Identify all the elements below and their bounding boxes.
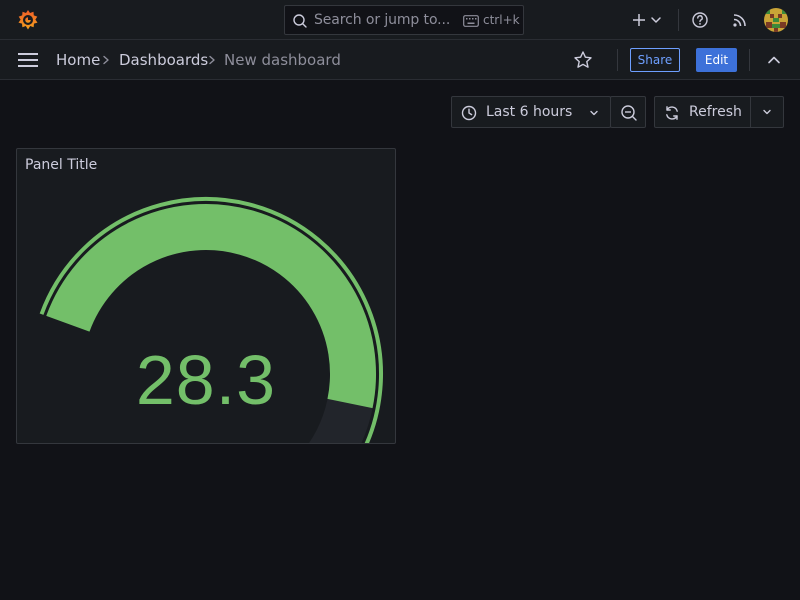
- chevron-down-icon: [763, 109, 771, 115]
- menu-icon[interactable]: [16, 50, 40, 70]
- edit-button[interactable]: Edit: [696, 48, 737, 72]
- time-range-label: Last 6 hours: [486, 104, 573, 120]
- divider: [749, 49, 750, 71]
- dashboard-nav-bar: Home Dashboards New dashboard Share Edit: [0, 40, 800, 80]
- refresh-icon: [666, 106, 678, 120]
- refresh-button[interactable]: Refresh: [654, 96, 751, 128]
- help-icon[interactable]: [690, 10, 710, 30]
- chevron-up-icon[interactable]: [764, 50, 784, 70]
- avatar[interactable]: [764, 8, 788, 32]
- divider: [678, 9, 679, 31]
- search-icon: [293, 14, 307, 28]
- chevron-down-icon: [590, 110, 598, 116]
- zoom-out-button[interactable]: [610, 96, 646, 128]
- gauge-value: 28.3: [135, 341, 277, 419]
- search-shortcut: ctrl+k: [483, 13, 520, 27]
- chevron-right-icon: [209, 55, 215, 65]
- divider: [617, 49, 618, 71]
- star-icon[interactable]: [572, 50, 594, 70]
- time-range-picker[interactable]: Last 6 hours: [451, 96, 611, 128]
- breadcrumb-current: New dashboard: [224, 51, 341, 69]
- news-icon[interactable]: [730, 10, 750, 30]
- refresh-interval-dropdown[interactable]: [750, 96, 784, 128]
- gauge-panel[interactable]: Panel Title 28.3: [16, 148, 396, 444]
- top-bar: Search or jump to... ctrl+k: [0, 0, 800, 40]
- search-placeholder: Search or jump to...: [314, 12, 451, 28]
- refresh-label: Refresh: [689, 104, 742, 120]
- breadcrumb-dashboards[interactable]: Dashboards: [119, 51, 208, 69]
- chevron-right-icon: [103, 55, 109, 65]
- breadcrumb-home[interactable]: Home: [56, 51, 100, 69]
- chevron-down-icon: [651, 17, 661, 23]
- share-button[interactable]: Share: [630, 48, 680, 72]
- new-menu-button[interactable]: [630, 10, 664, 30]
- plus-icon: [633, 14, 645, 26]
- keyboard-icon: [463, 15, 479, 27]
- search-input[interactable]: Search or jump to... ctrl+k: [284, 5, 524, 35]
- panel-title[interactable]: Panel Title: [25, 157, 97, 173]
- zoom-out-icon: [621, 105, 637, 121]
- grafana-logo-icon[interactable]: [16, 8, 40, 32]
- clock-icon: [461, 105, 477, 121]
